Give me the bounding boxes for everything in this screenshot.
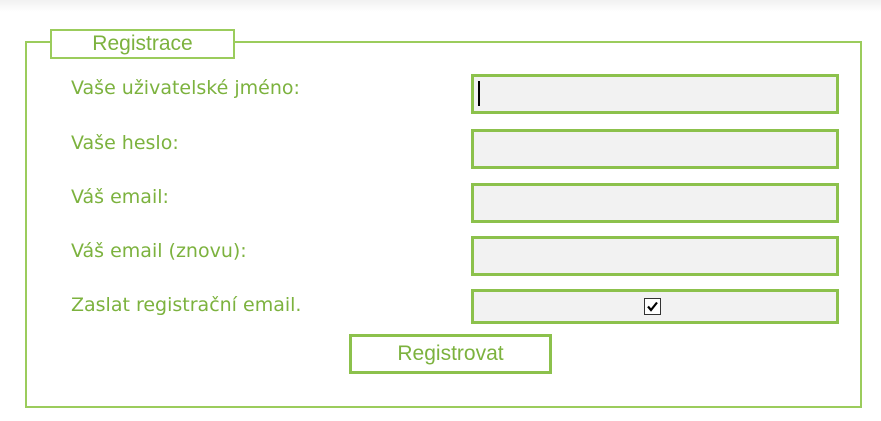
username-input[interactable] [471,74,839,114]
email-label: Váš email: [71,186,169,208]
register-button[interactable]: Registrovat [349,334,552,374]
email-confirm-label: Váš email (znovu): [71,240,247,262]
email-confirm-input[interactable] [471,236,839,276]
top-shade [0,0,881,12]
username-label: Vaše uživatelské jméno: [71,77,300,99]
text-caret [478,81,480,106]
fieldset-legend: Registrace [50,29,235,59]
email-input[interactable] [471,183,839,223]
send-email-row [471,289,839,324]
password-input[interactable] [471,129,839,169]
send-email-label: Zaslat registrační email. [71,294,302,316]
send-email-checkbox[interactable] [644,298,661,315]
password-label: Vaše heslo: [71,132,179,154]
checkmark-icon [647,301,658,312]
